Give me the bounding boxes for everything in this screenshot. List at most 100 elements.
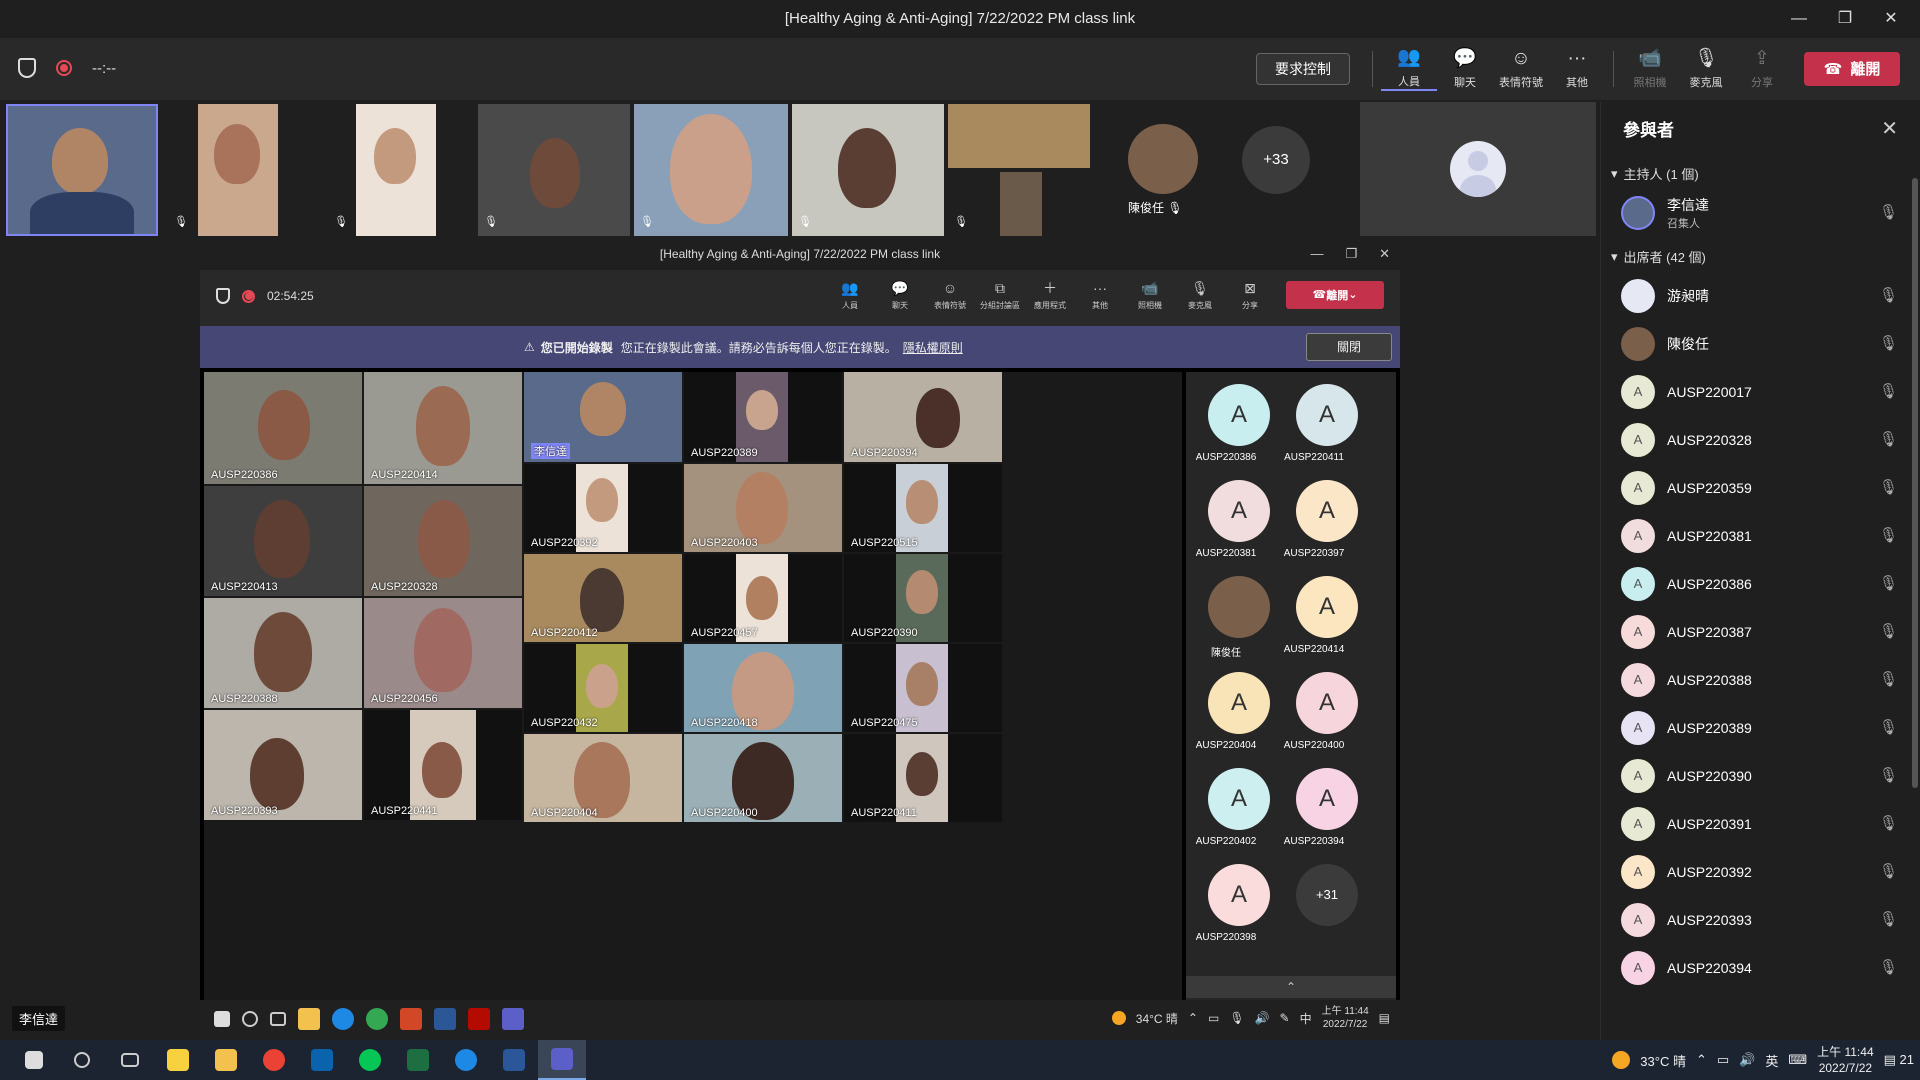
windows-taskbar: 33°C 晴 ⌃ ▭ 🔊 英 ⌨ 上午 11:44 2022/7/22 ▤ 21 [0,1040,1920,1080]
chrome-app[interactable] [250,1040,298,1080]
ime-indicator[interactable]: 英 [1765,1051,1778,1070]
panel-scrollbar[interactable] [1912,178,1918,788]
video-tile[interactable]: 🎙 [478,104,630,236]
inner-btn-label: 其他 [1092,301,1108,310]
organizers-section-header[interactable]: ▾ 主持人 (1 個) [1601,154,1920,189]
restore-button[interactable]: ❐ [1824,0,1866,38]
share-button[interactable]: ⇪ 分享 [1734,47,1790,90]
more-button[interactable]: ··· 其他 [1549,47,1605,90]
window-controls: — ❐ ✕ [1778,0,1912,38]
minimize-button[interactable]: — [1778,0,1820,38]
video-tile[interactable]: 🎙 [328,104,478,236]
video-tile-self[interactable] [6,104,158,236]
excel-app[interactable] [394,1040,442,1080]
recording-banner: ⚠ 您已開始錄製 您正在錄製此會議。請務必告訴每個人您正在錄製。 隱私權原則 關… [200,326,1400,368]
mic-muted-icon: 🎙 [1878,863,1898,880]
avatar: A [1296,768,1358,830]
mic-button[interactable]: 🎙 麥克風 [1678,47,1734,90]
word-icon [503,1049,525,1071]
participant-row[interactable]: A AUSP220390 🎙 [1601,752,1920,800]
recording-icon [56,60,72,76]
participant-name: 陳俊任 [1667,336,1709,352]
weather-text[interactable]: 33°C 晴 [1640,1051,1686,1070]
avatar-label: AUSP220411 [1284,452,1344,463]
outlook-app[interactable] [298,1040,346,1080]
volume-icon[interactable]: 🔊 [1739,1052,1755,1068]
file-explorer-app[interactable] [202,1040,250,1080]
video-tile[interactable]: 🎙 [168,104,318,236]
search-icon [242,1011,258,1027]
people-button[interactable]: 👥 人員 [1381,46,1437,91]
mic-muted-icon: 🎙 [1878,911,1898,928]
search-button[interactable] [58,1040,106,1080]
edge-app[interactable] [442,1040,490,1080]
emoji-button[interactable]: ☺ 表情符號 [1493,47,1549,90]
participant-row[interactable]: A AUSP220394 🎙 [1601,944,1920,992]
tile-label: AUSP220414 [371,469,438,481]
participant-row[interactable]: A AUSP220392 🎙 [1601,848,1920,896]
close-panel-button[interactable]: ✕ [1881,116,1898,141]
participant-row[interactable]: A AUSP220387 🎙 [1601,608,1920,656]
chevron-down-icon: ▾ [1611,248,1618,264]
video-tile[interactable]: 🎙 [634,104,788,236]
participant-row[interactable]: A AUSP220388 🎙 [1601,656,1920,704]
participant-row[interactable]: A AUSP220359 🎙 [1601,464,1920,512]
avatar-cat[interactable] [1128,124,1198,194]
privacy-link: 隱私權原則 [902,340,963,355]
video-tile-stack[interactable]: 🎙 [948,104,1090,236]
notification-icon: ▤ [1378,1011,1390,1025]
task-view-button[interactable] [106,1040,154,1080]
keyboard-icon[interactable]: ⌨ [1788,1052,1807,1068]
more-participants-button[interactable]: +33 [1242,126,1310,194]
leave-button[interactable]: ☎ 離開 [1804,51,1900,86]
teams-app[interactable] [538,1040,586,1080]
avatar: A [1621,375,1655,409]
video-tile-empty[interactable] [1360,102,1596,236]
inner-btn-label: 表情符號 [934,301,966,310]
sun-icon [1111,1011,1126,1025]
notification-center-button[interactable]: ▤ 21 [1884,1052,1914,1068]
participant-row-organizer[interactable]: 李信達 召集人 🎙 [1601,189,1920,237]
tile-label: AUSP220441 [371,805,438,817]
inner-btn-label: 麥克風 [1188,301,1212,310]
video-tile[interactable]: 🎙 [792,104,944,236]
participant-row[interactable]: A AUSP220386 🎙 [1601,560,1920,608]
close-window-button[interactable]: ✕ [1870,0,1912,38]
sticky-notes-app[interactable] [154,1040,202,1080]
grid-tile: AUSP220403 [684,464,842,552]
word-app[interactable] [490,1040,538,1080]
chevron-up-icon[interactable]: ⌃ [1696,1052,1707,1068]
tile-label: AUSP220386 [211,469,278,481]
grid-tile: AUSP220400 [684,734,842,822]
system-clock[interactable]: 上午 11:44 2022/7/22 [1817,1044,1873,1076]
participant-face [52,128,108,194]
camera-button[interactable]: 📹 照相機 [1622,47,1678,90]
participant-name: 游昶晴 [1667,288,1709,304]
sun-icon [1612,1051,1631,1069]
line-app[interactable] [346,1040,394,1080]
participant-row[interactable]: A AUSP220017 🎙 [1601,368,1920,416]
avatar: A [1621,615,1655,649]
participant-row[interactable]: A AUSP220328 🎙 [1601,416,1920,464]
file-explorer-icon [215,1049,237,1071]
volume-icon: 🔊 [1254,1011,1270,1025]
mic-muted-icon: 🎙 [954,216,968,228]
start-button[interactable] [10,1040,58,1080]
participant-row[interactable]: A AUSP220389 🎙 [1601,704,1920,752]
participant-row[interactable]: A AUSP220391 🎙 [1601,800,1920,848]
teams-icon [551,1048,573,1070]
avatar: A [1621,663,1655,697]
request-control-button[interactable]: 要求控制 [1256,52,1350,85]
grid-tile: AUSP220418 [684,644,842,732]
participant-row[interactable]: A AUSP220381 🎙 [1601,512,1920,560]
participant-row[interactable]: A AUSP220393 🎙 [1601,896,1920,944]
chat-button[interactable]: 💬 聊天 [1437,47,1493,90]
participant-row[interactable]: 陳俊任 🎙 [1601,320,1920,368]
avatar: A [1621,855,1655,889]
tile-label: AUSP220404 [531,807,598,819]
panel-header: 參與者 ✕ [1601,102,1920,154]
participant-row[interactable]: 游昶晴 🎙 [1601,272,1920,320]
attendees-section-header[interactable]: ▾ 出席者 (42 個) [1601,237,1920,272]
network-icon[interactable]: ▭ [1717,1052,1729,1068]
inner-apps-button: ＋ 應用程式 [1028,278,1072,311]
